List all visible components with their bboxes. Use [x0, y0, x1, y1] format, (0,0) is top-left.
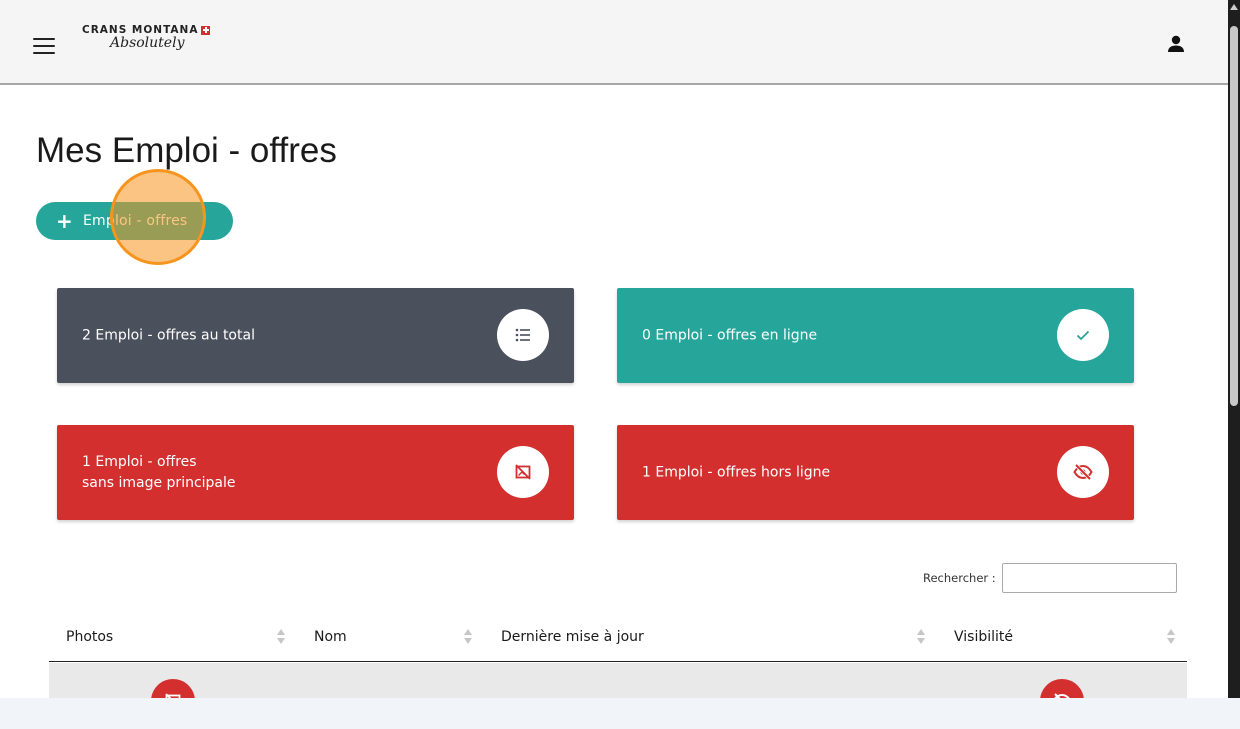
search-label: Rechercher :	[923, 571, 996, 585]
page-title: Mes Emploi - offres	[36, 131, 337, 170]
column-header-photos[interactable]: Photos	[66, 612, 113, 662]
column-header-last-update[interactable]: Dernière mise à jour	[501, 612, 644, 662]
check-icon	[1057, 309, 1109, 361]
sort-icon[interactable]	[464, 629, 472, 645]
stat-card-no-image[interactable]: 1 Emploi - offres sans image principale	[57, 425, 574, 520]
menu-bar	[33, 52, 55, 54]
vertical-scrollbar[interactable]	[1228, 0, 1240, 698]
stat-card-label: 2 Emploi - offres au total	[82, 327, 255, 343]
eye-off-icon	[1057, 446, 1109, 498]
stat-card-offline[interactable]: 1 Emploi - offres hors ligne	[617, 425, 1134, 520]
sort-icon[interactable]	[277, 629, 285, 645]
scroll-up-arrow-icon[interactable]	[1230, 4, 1238, 10]
sort-icon[interactable]	[917, 629, 925, 645]
no-image-icon	[497, 446, 549, 498]
sort-icon[interactable]	[1167, 629, 1175, 645]
search-input[interactable]	[1001, 563, 1177, 593]
no-image-icon	[151, 679, 195, 698]
logo-tagline: Absolutely	[110, 35, 185, 51]
eye-off-icon[interactable]	[1040, 679, 1084, 698]
browser-viewport: CRANS MONTANA Absolutely Mes Emploi - of…	[0, 0, 1228, 698]
stat-card-label: 1 Emploi - offres hors ligne	[642, 464, 831, 480]
user-account-icon[interactable]	[1166, 34, 1186, 54]
column-header-name[interactable]: Nom	[314, 612, 347, 662]
swiss-flag-icon	[201, 25, 211, 35]
column-header-visibility[interactable]: Visibilité	[954, 612, 1013, 662]
add-job-offer-button[interactable]: + Emploi - offres	[36, 202, 233, 240]
scrollbar-thumb[interactable]	[1230, 26, 1238, 406]
table-row[interactable]	[49, 663, 1187, 698]
logo[interactable]: CRANS MONTANA Absolutely	[82, 24, 222, 64]
list-icon	[497, 309, 549, 361]
stat-card-label: 1 Emploi - offres sans image principale	[82, 453, 236, 491]
search-group: Rechercher :	[923, 563, 1177, 593]
add-job-offer-label: Emploi - offres	[82, 213, 188, 229]
stat-card-online[interactable]: 0 Emploi - offres en ligne	[617, 288, 1134, 383]
hamburger-menu-icon[interactable]	[33, 38, 55, 54]
table-header: Photos Nom Dernière mise à jour Visibili…	[49, 612, 1187, 662]
stat-card-label: 0 Emploi - offres en ligne	[642, 327, 818, 343]
plus-icon: +	[56, 209, 73, 233]
menu-bar	[33, 45, 55, 47]
app-header: CRANS MONTANA Absolutely	[0, 0, 1228, 85]
stat-card-total[interactable]: 2 Emploi - offres au total	[57, 288, 574, 383]
menu-bar	[33, 38, 55, 40]
